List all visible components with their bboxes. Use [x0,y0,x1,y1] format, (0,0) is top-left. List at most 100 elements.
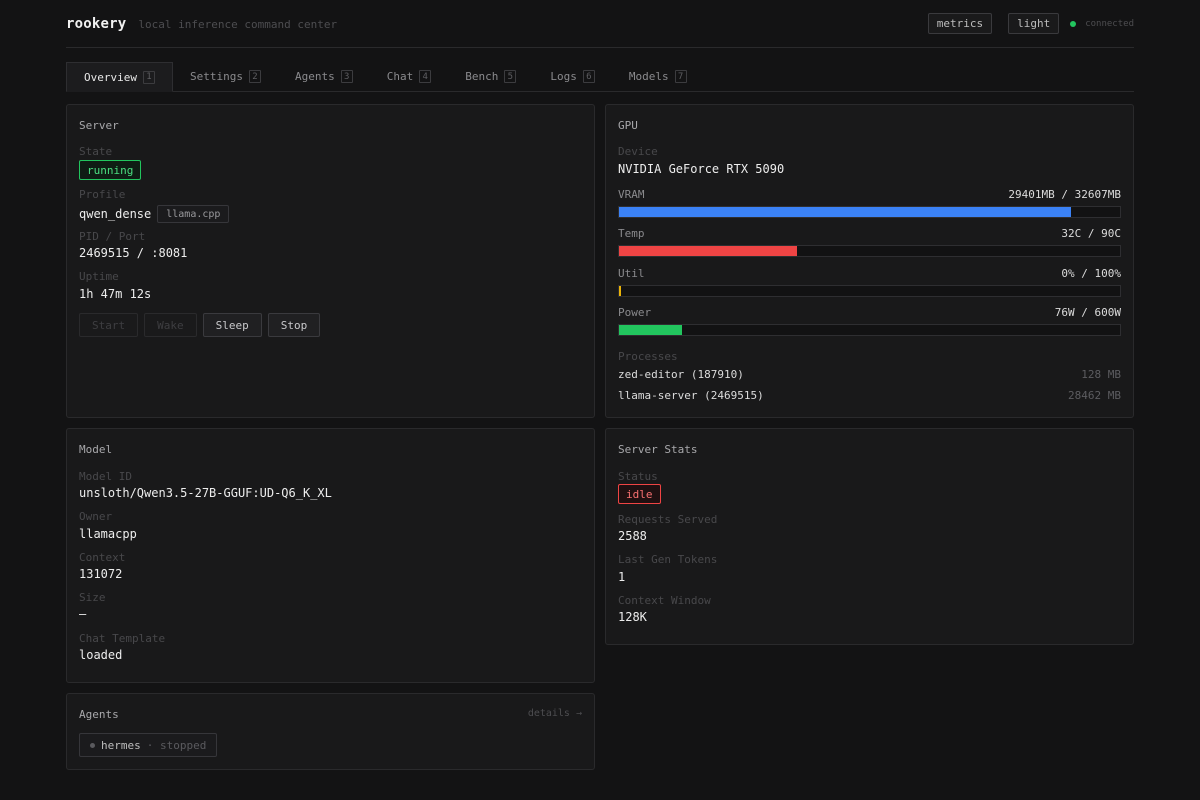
engine-chip: llama.cpp [157,205,230,223]
header-actions: metrics light connected [927,13,1134,34]
server-controls: Start Wake Sleep Stop [79,313,321,337]
uptime-label: Uptime [79,270,119,283]
shortcut-key: 3 [340,70,353,83]
agents-details-link[interactable]: details → [528,708,582,719]
temp-meter: Temp 32C / 90C [618,227,1121,257]
chat-template-label: Chat Template [79,632,166,645]
power-meter: Power 76W / 600W [618,306,1121,336]
process-row: zed-editor (187910) 128 MB [618,368,1121,381]
tab-models[interactable]: Models 7 [612,62,704,91]
tab-label: Logs [550,70,577,83]
panel-title: Model [79,443,113,456]
shortcut-key: 6 [582,70,595,83]
panel-title: GPU [618,119,638,132]
uptime-value: 1h 47m 12s [79,287,152,301]
model-id-label: Model ID [79,470,132,483]
process-memory: 28462 MB [1068,389,1121,402]
process-memory: 128 MB [1081,368,1121,381]
owner-value: llamacpp [79,527,137,541]
app-header: rookery local inference command center m… [66,0,1134,48]
shortcut-key: 1 [142,70,155,84]
pid-port-label: PID / Port [79,230,146,243]
agent-name: hermes [101,738,141,752]
shortcut-key: 4 [419,70,432,83]
tab-chat[interactable]: Chat 4 [370,62,449,91]
connection-status-text: connected [1085,18,1134,29]
context-window-label: Context Window [618,594,711,607]
shortcut-key: 7 [674,70,687,83]
profile-row: qwen_dense llama.cpp [79,205,230,223]
util-value: 0% / 100% [1061,267,1121,280]
gpu-panel: GPU Device NVIDIA GeForce RTX 5090 VRAM … [605,104,1134,418]
sleep-button[interactable]: Sleep [202,313,262,337]
shortcut-key: 5 [504,70,517,83]
panel-title: Agents [79,708,119,721]
model-panel: Model Model ID unsloth/Qwen3.5-27B-GGUF:… [66,428,595,683]
app-brand: rookery [66,15,127,32]
agent-state: · stopped [146,738,207,752]
theme-toggle-button[interactable]: light [1008,13,1060,34]
tab-label: Overview [84,70,137,84]
tab-overview[interactable]: Overview 1 [66,62,173,92]
vram-bar-fill [619,207,1071,217]
temp-value: 32C / 90C [1061,227,1121,240]
context-label: Context [79,551,126,564]
power-bar-fill [619,325,683,335]
processes-label: Processes [618,350,678,363]
power-bar-track [618,324,1121,336]
tab-label: Models [628,70,669,83]
vram-meter: VRAM 29401MB / 32607MB [618,188,1121,218]
last-gen-tokens-label: Last Gen Tokens [618,553,718,566]
status-dot-icon [1070,20,1077,27]
device-value: NVIDIA GeForce RTX 5090 [618,162,785,176]
process-row: llama-server (2469515) 28462 MB [618,389,1121,402]
temp-label: Temp [618,227,645,240]
context-window-value: 128K [618,610,647,624]
model-id-value: unsloth/Qwen3.5-27B-GGUF:UD-Q6_K_XL [79,486,332,500]
metrics-button[interactable]: metrics [927,13,993,34]
tab-label: Bench [465,70,499,83]
util-label: Util [618,267,645,280]
util-bar-track [618,285,1121,297]
process-name: zed-editor (187910) [618,368,744,381]
start-button[interactable]: Start [79,313,139,337]
tab-label: Settings [189,70,243,83]
device-label: Device [618,145,658,158]
server-stats-panel: Server Stats Status idle Requests Served… [605,428,1134,645]
size-label: Size [79,591,106,604]
power-value: 76W / 600W [1054,306,1121,319]
tab-label: Agents [294,70,335,83]
agent-chip[interactable]: hermes · stopped [79,733,218,757]
requests-served-value: 2588 [618,529,647,543]
tab-bench[interactable]: Bench 5 [448,62,533,91]
status-label: Status [618,470,658,483]
util-meter: Util 0% / 100% [618,267,1121,297]
context-value: 131072 [79,567,123,581]
temp-bar-track [618,245,1121,257]
server-panel: Server State running Profile qwen_dense … [66,104,595,418]
panel-title: Server [79,119,119,132]
status-badge: idle [618,484,661,504]
util-bar-fill [619,286,621,296]
tab-label: Chat [386,70,414,83]
power-label: Power [618,306,652,319]
tab-settings[interactable]: Settings 2 [173,62,278,91]
profile-value: qwen_dense [79,207,152,221]
app-tagline: local inference command center [138,17,338,31]
agents-panel: Agents details → hermes · stopped [66,693,595,770]
panel-title: Server Stats [618,443,698,456]
vram-value: 29401MB / 32607MB [1008,188,1121,201]
tab-agents[interactable]: Agents 3 [278,62,370,91]
wake-button[interactable]: Wake [144,313,197,337]
chat-template-value: loaded [79,648,123,662]
size-value: — [79,607,87,621]
vram-bar-track [618,206,1121,218]
server-state-badge: running [79,160,142,180]
last-gen-tokens-value: 1 [618,570,626,584]
owner-label: Owner [79,510,113,523]
tab-logs[interactable]: Logs 6 [533,62,612,91]
pid-port-value: 2469515 / :8081 [79,246,188,260]
stop-button[interactable]: Stop [267,313,321,337]
connection-status: connected [1070,19,1134,29]
requests-served-label: Requests Served [618,513,718,526]
